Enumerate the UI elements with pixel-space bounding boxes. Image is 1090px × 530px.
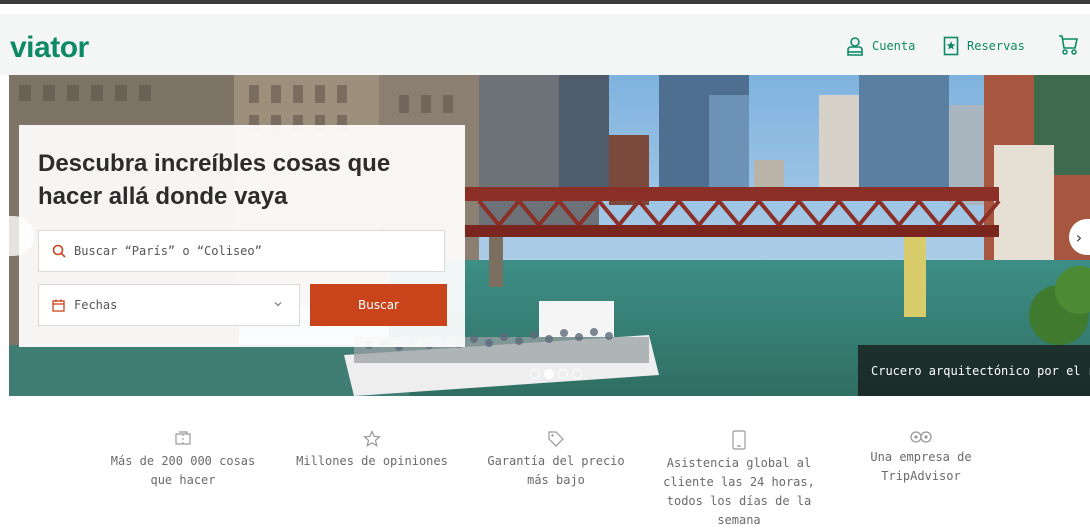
- account-label: Cuenta: [872, 39, 916, 53]
- price-tag-icon: [548, 431, 564, 447]
- search-placeholder: Buscar “París” o “Coliseo”: [74, 244, 262, 258]
- carousel-dot[interactable]: [558, 369, 568, 379]
- chevron-right-icon: ›: [1075, 227, 1083, 247]
- top-border: [0, 0, 1090, 4]
- bookmark-star-icon: [943, 36, 959, 56]
- user-icon: [847, 37, 863, 56]
- phone-icon: [732, 430, 746, 450]
- reservations-label: Reservas: [967, 39, 1025, 53]
- calendar-icon: [52, 299, 65, 312]
- reservations-link[interactable]: Reservas: [943, 36, 1025, 56]
- feature-text: Garantía del precio más bajo: [487, 454, 625, 487]
- search-icon: [52, 244, 66, 258]
- feature-text: Más de 200 000 cosas que hacer: [110, 454, 256, 487]
- dates-label: Fechas: [74, 298, 118, 312]
- carousel-dot[interactable]: [530, 369, 540, 379]
- feature-item: Asistencia global al cliente las 24 hora…: [650, 430, 828, 530]
- chevron-down-icon: [274, 302, 282, 307]
- feature-item: Una empresa de TripAdvisor: [846, 430, 996, 486]
- search-panel: Descubra increíbles cosas que hacer allá…: [19, 125, 465, 347]
- hero-title: Descubra increíbles cosas que hacer allá…: [38, 150, 391, 210]
- search-button[interactable]: Buscar: [310, 284, 447, 326]
- feature-text: Una empresa de TripAdvisor: [870, 450, 972, 483]
- cart-button[interactable]: [1058, 34, 1078, 60]
- feature-item: Millones de opiniones: [292, 430, 452, 471]
- feature-text: Millones de opiniones: [296, 454, 448, 468]
- features-strip: Más de 200 000 cosas que hacer Millones …: [0, 396, 1090, 527]
- account-link[interactable]: Cuenta: [846, 36, 915, 56]
- site-header: viator Cuenta Reservas: [0, 14, 1090, 75]
- feature-item: Garantía del precio más bajo: [476, 430, 636, 490]
- star-icon: [363, 430, 381, 447]
- carousel-dot-active[interactable]: [544, 369, 554, 379]
- carousel-dot[interactable]: [572, 369, 582, 379]
- viator-logo[interactable]: viator: [10, 31, 89, 65]
- hero-caption: Crucero arquitectónico por el río: [858, 345, 1090, 396]
- owl-icon: [910, 431, 932, 443]
- feature-item: Más de 200 000 cosas que hacer: [98, 430, 268, 490]
- carousel-indicators: [530, 369, 582, 379]
- cart-icon: [1059, 35, 1078, 55]
- dates-select[interactable]: Fechas: [38, 284, 300, 326]
- search-input[interactable]: Buscar “París” o “Coliseo”: [38, 230, 445, 272]
- ticket-icon: [175, 431, 191, 445]
- feature-text: Asistencia global al cliente las 24 hora…: [663, 456, 815, 527]
